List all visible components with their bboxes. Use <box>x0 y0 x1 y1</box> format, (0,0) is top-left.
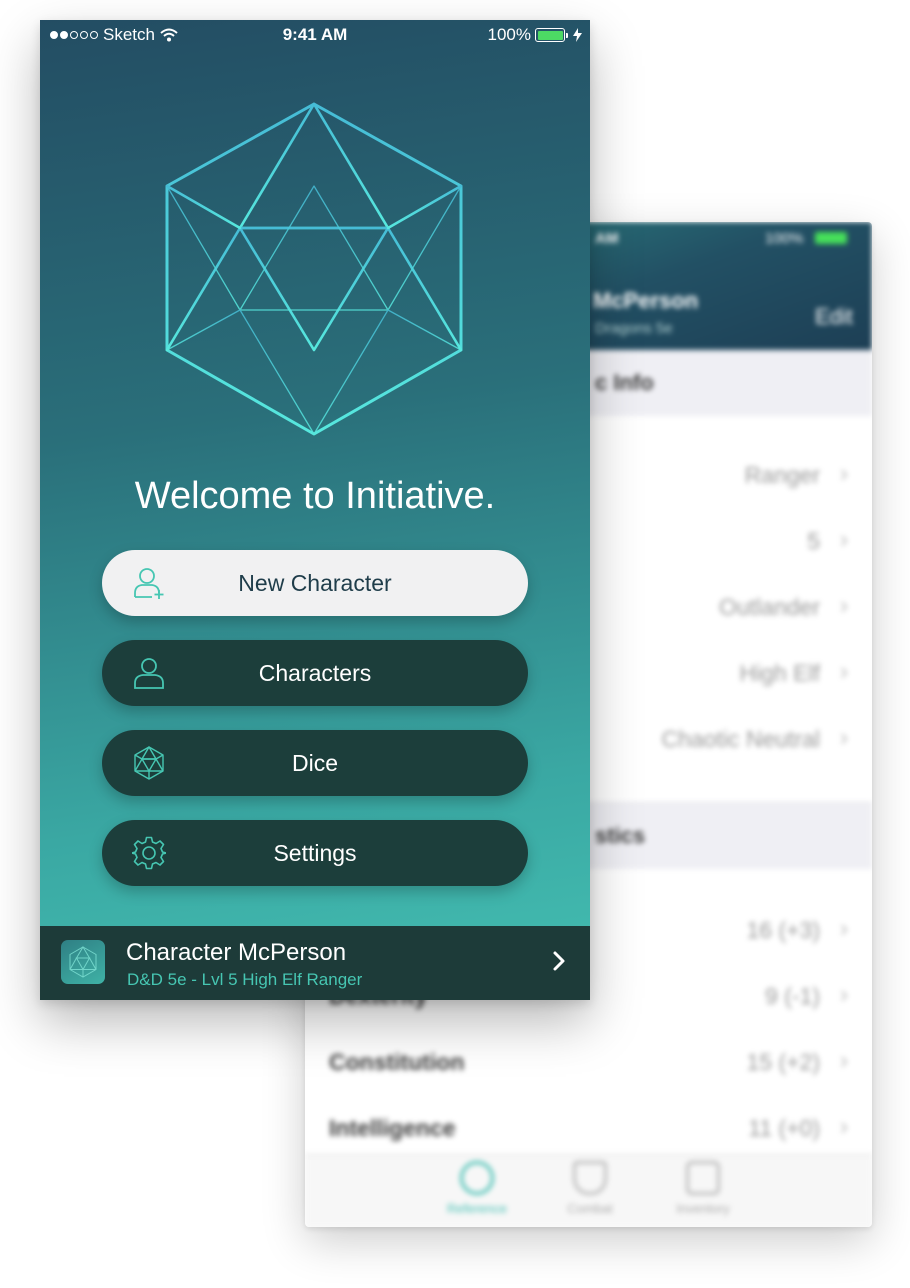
shield-icon <box>573 1161 607 1195</box>
dice-button[interactable]: Dice <box>102 730 528 796</box>
character-avatar <box>61 940 105 984</box>
tab-reference[interactable]: Reference <box>422 1155 532 1216</box>
background-header-subtitle: Dragons 5e <box>595 320 673 337</box>
characters-button[interactable]: Characters <box>102 640 528 706</box>
edit-button[interactable]: Edit <box>815 304 853 330</box>
current-character-description: D&D 5e - Lvl 5 High Elf Ranger <box>127 970 363 989</box>
stat-row[interactable]: Constitution 15 (+2) › <box>305 1029 872 1096</box>
new-character-button[interactable]: New Character <box>102 550 528 616</box>
charging-icon <box>573 28 582 42</box>
tab-combat[interactable]: Combat <box>535 1155 645 1216</box>
inventory-icon <box>686 1161 720 1195</box>
current-character-bar[interactable]: Character McPerson D&D 5e - Lvl 5 High E… <box>40 926 590 1000</box>
info-icon <box>460 1161 494 1195</box>
chevron-right-icon <box>553 951 565 971</box>
battery-percent: 100% <box>487 25 531 44</box>
characters-label: Characters <box>258 660 372 686</box>
tab-bar: Reference Combat Inventory <box>305 1154 872 1227</box>
settings-button[interactable]: Settings <box>102 820 528 886</box>
new-character-label: New Character <box>238 570 392 596</box>
background-battery-icon <box>815 232 847 244</box>
current-character-name: Character McPerson <box>126 939 347 966</box>
dice-label: Dice <box>291 750 338 776</box>
home-screen: Sketch 9:41 AM 100% Welcome to Initiativ… <box>40 20 590 1000</box>
tab-inventory[interactable]: Inventory <box>648 1155 758 1216</box>
stat-row[interactable]: Intelligence 11 (+0) › <box>305 1095 872 1162</box>
battery-icon <box>535 28 568 42</box>
welcome-heading: Welcome to Initiative. <box>134 475 496 517</box>
icosahedron-logo-icon <box>165 102 463 436</box>
d20-icon <box>69 946 97 978</box>
background-status-battery: 100% <box>765 230 804 247</box>
status-bar: Sketch 9:41 AM 100% <box>40 20 590 50</box>
settings-label: Settings <box>273 840 357 866</box>
background-header-title: McPerson <box>593 288 699 313</box>
background-status-time: AM <box>595 230 619 247</box>
